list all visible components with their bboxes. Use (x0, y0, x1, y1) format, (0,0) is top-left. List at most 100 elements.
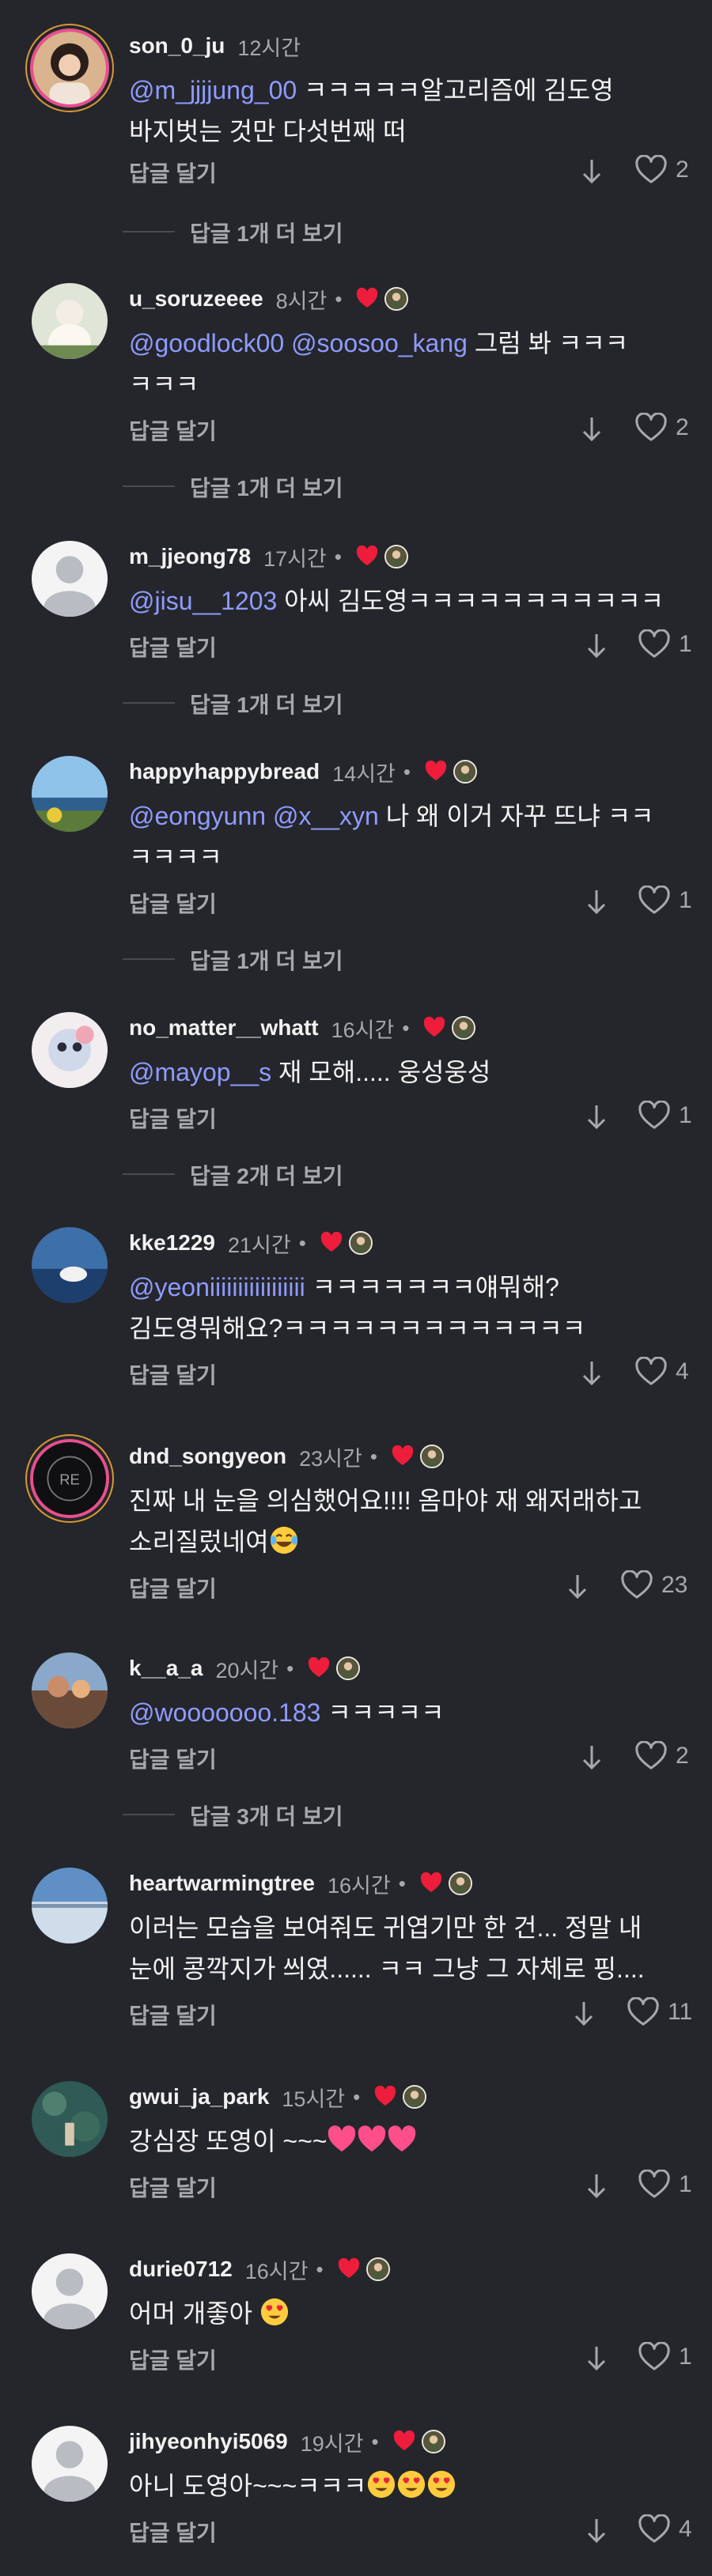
arrow-down-icon[interactable] (584, 631, 609, 663)
heart-outline-icon[interactable] (638, 629, 671, 659)
avatar[interactable] (32, 541, 108, 617)
pink-heart-icon (388, 2125, 416, 2152)
username[interactable]: kke1229 (129, 1230, 215, 1256)
username[interactable]: heartwarmingtree (129, 1871, 315, 1896)
arrow-down-icon[interactable] (565, 1572, 590, 1603)
like-button[interactable]: 11 (627, 1997, 692, 2027)
view-more-replies[interactable]: 답글 1개 더 보기 (122, 688, 343, 720)
mention-link[interactable]: @jisu__1203 (129, 587, 277, 615)
like-button[interactable]: 4 (634, 1357, 689, 1387)
avatar[interactable] (32, 1012, 108, 1088)
reply-button[interactable]: 답글 달기 (129, 1743, 217, 1774)
username[interactable]: durie0712 (129, 2257, 233, 2282)
heart-outline-icon[interactable] (638, 2514, 671, 2544)
arrow-down-icon[interactable] (579, 157, 604, 188)
username[interactable]: k__a_a (129, 1656, 203, 1681)
heart-outline-icon[interactable] (627, 1997, 660, 2027)
arrow-down-icon[interactable] (579, 1743, 604, 1774)
reply-button[interactable]: 답글 달기 (129, 1358, 217, 1390)
comment-header: dnd_songyeon 23시간 • (129, 1441, 444, 1472)
timestamp: 16시간 (244, 2259, 309, 2283)
heart-outline-icon[interactable] (638, 886, 671, 916)
reply-button[interactable]: 답글 달기 (129, 1572, 217, 1603)
like-button[interactable]: 2 (634, 155, 689, 185)
reply-button[interactable]: 답글 달기 (129, 1102, 217, 1134)
comment-text: 진짜 내 눈을 의심했어요!!!! 옴마야 재 왜저래하고 소리질렀네여 (129, 1486, 642, 1556)
heart-outline-icon[interactable] (634, 1357, 668, 1387)
mention-link[interactable]: @yeoniiiiiiiiiiiiiiiii (129, 1273, 305, 1301)
avatar[interactable] (32, 1868, 108, 1943)
creator-avatar-icon (452, 1016, 476, 1040)
like-button[interactable]: 1 (638, 629, 692, 659)
username[interactable]: jihyeonhyi5069 (129, 2429, 288, 2454)
username[interactable]: dnd_songyeon (129, 1444, 286, 1469)
heart-outline-icon[interactable] (634, 155, 668, 185)
heart-outline-icon[interactable] (638, 2170, 671, 2200)
username[interactable]: son_0_ju (129, 33, 225, 59)
username[interactable]: gwui_ja_park (129, 2084, 269, 2110)
arrow-down-icon[interactable] (584, 2344, 609, 2375)
reply-button[interactable]: 답글 달기 (129, 887, 217, 919)
like-button[interactable]: 23 (620, 1570, 687, 1600)
arrow-down-icon[interactable] (584, 2171, 609, 2203)
comment-text: @goodlock00 @soosoo_kang 그럼 봐 ㅋㅋㅋ ㅋㅋㅋ (129, 329, 629, 398)
red-heart-icon (338, 2258, 359, 2278)
like-button[interactable]: 2 (634, 413, 689, 443)
avatar[interactable]: RE (33, 1442, 106, 1515)
like-button[interactable]: 4 (638, 2514, 692, 2544)
username[interactable]: happyhappybread (129, 759, 320, 784)
reply-button[interactable]: 답글 달기 (129, 1999, 217, 2030)
username[interactable]: m_jjeong78 (129, 544, 251, 569)
username[interactable]: no_matter__whatt (129, 1015, 319, 1041)
view-more-replies[interactable]: 답글 2개 더 보기 (122, 1159, 343, 1191)
heart-outline-icon[interactable] (634, 1741, 668, 1771)
like-button[interactable]: 1 (638, 2170, 692, 2200)
mention-link[interactable]: @m_jjjjung_00 (129, 76, 297, 104)
reply-button[interactable]: 답글 달기 (129, 2344, 217, 2375)
heart-outline-icon[interactable] (620, 1570, 653, 1600)
avatar[interactable] (32, 1227, 108, 1303)
mention-link[interactable]: @mayop__s (129, 1058, 271, 1086)
creator-avatar-icon (384, 545, 408, 568)
creator-avatar-icon (419, 1445, 444, 1468)
avatar[interactable] (32, 2426, 108, 2502)
avatar[interactable] (33, 32, 106, 104)
reply-button[interactable]: 답글 달기 (129, 631, 217, 663)
arrow-down-icon[interactable] (579, 414, 604, 446)
like-count: 23 (661, 1572, 688, 1598)
arrow-down-icon[interactable] (584, 887, 609, 919)
reply-button[interactable]: 답글 달기 (129, 414, 217, 446)
username[interactable]: u_soruzeeee (129, 286, 263, 312)
like-button[interactable]: 1 (638, 1101, 692, 1131)
mention-link[interactable]: @goodlock00 @soosoo_kang (129, 329, 468, 357)
arrow-down-icon[interactable] (584, 1102, 609, 1134)
arrow-down-icon[interactable] (584, 2516, 609, 2548)
arrow-down-icon[interactable] (571, 1999, 596, 2030)
avatar[interactable] (32, 2253, 108, 2329)
view-more-replies[interactable]: 답글 1개 더 보기 (122, 944, 343, 976)
reply-button[interactable]: 답글 달기 (129, 2516, 217, 2548)
avatar[interactable] (32, 1652, 108, 1728)
like-button[interactable]: 1 (638, 2342, 692, 2372)
reply-button[interactable]: 답글 달기 (129, 2171, 217, 2203)
like-button[interactable]: 2 (634, 1741, 689, 1771)
view-more-replies[interactable]: 답글 3개 더 보기 (122, 1800, 343, 1831)
avatar[interactable] (32, 283, 108, 359)
creator-avatar-icon (348, 1231, 373, 1255)
like-button[interactable]: 1 (638, 886, 692, 916)
avatar[interactable] (32, 2081, 108, 2157)
heart-outline-icon[interactable] (634, 413, 668, 443)
red-heart-icon (420, 1872, 441, 1892)
like-count: 1 (679, 887, 692, 913)
like-count: 4 (676, 1358, 689, 1384)
arrow-down-icon[interactable] (579, 1358, 604, 1390)
view-more-replies[interactable]: 답글 1개 더 보기 (122, 217, 343, 248)
view-more-replies[interactable]: 답글 1개 더 보기 (122, 471, 343, 503)
mention-link[interactable]: @eongyunn @x__xyn (129, 802, 379, 830)
red-heart-icon (320, 1232, 342, 1252)
heart-outline-icon[interactable] (638, 1101, 671, 1131)
mention-link[interactable]: @wooooooo.183 (129, 1698, 320, 1727)
avatar[interactable] (32, 756, 108, 832)
reply-button[interactable]: 답글 달기 (129, 157, 217, 188)
heart-outline-icon[interactable] (638, 2342, 671, 2372)
